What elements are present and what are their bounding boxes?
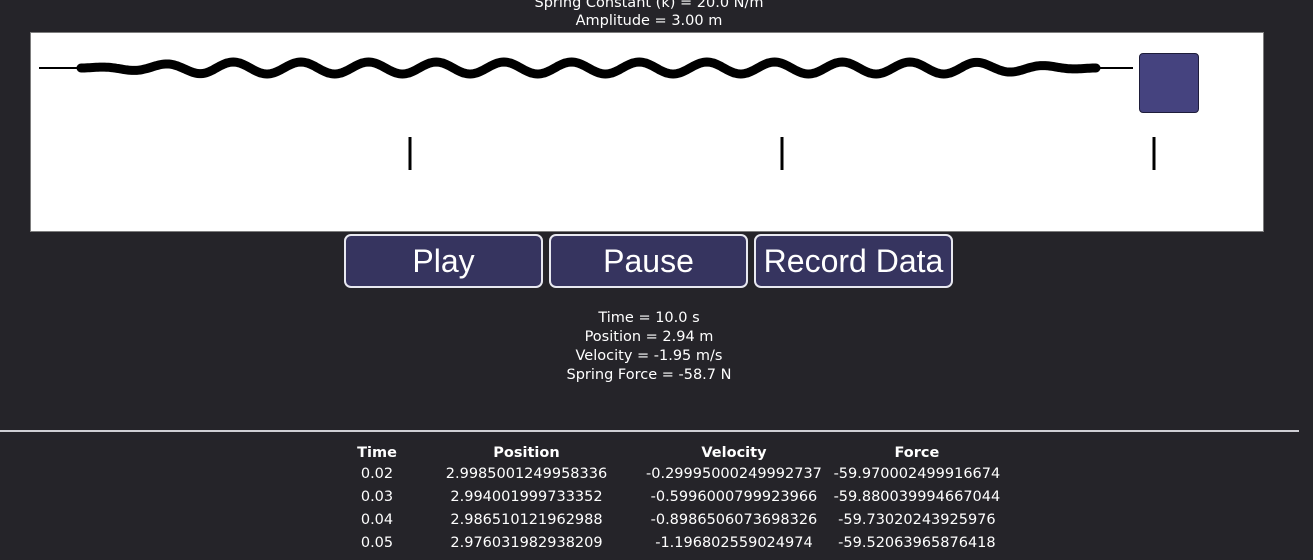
cell-velocity: -0.29995000249992737 xyxy=(646,465,822,482)
table-row: 0.05 2.976031982938209 -1.19680255902497… xyxy=(343,531,1008,554)
velocity-readout: Velocity = -1.95 m/s xyxy=(575,348,723,364)
position-readout: Position = 2.94 m xyxy=(584,329,714,345)
header-time: Time xyxy=(357,444,397,461)
cell-velocity: -0.5996000799923966 xyxy=(650,488,818,505)
cell-force: -59.52063965876418 xyxy=(838,534,996,551)
pause-button[interactable]: Pause xyxy=(549,234,748,288)
oscillating-mass-block[interactable] xyxy=(1139,53,1199,113)
time-readout: Time = 10.0 s xyxy=(598,310,700,326)
simulation-canvas xyxy=(30,32,1264,232)
cell-velocity: -1.196802559024974 xyxy=(655,534,813,551)
cell-position: 2.994001999733352 xyxy=(450,488,603,505)
cell-time: 0.03 xyxy=(360,488,394,505)
simulation-parameters: Spring Constant (k) = 20.0 N/m Amplitude… xyxy=(0,0,1298,30)
cell-force: -59.880039994667044 xyxy=(833,488,1001,505)
state-readout: Time = 10.0 s Position = 2.94 m Velocity… xyxy=(0,309,1298,385)
header-velocity: Velocity xyxy=(701,444,767,461)
record-data-button[interactable]: Record Data xyxy=(754,234,953,288)
spring-coil xyxy=(76,57,1101,79)
cell-position: 2.9985001249958336 xyxy=(445,465,608,482)
cell-time: 0.05 xyxy=(360,534,394,551)
force-readout: Spring Force = -58.7 N xyxy=(566,367,732,383)
cell-position: 2.976031982938209 xyxy=(450,534,603,551)
table-row: 0.04 2.986510121962988 -0.89865060736983… xyxy=(343,508,1008,531)
spring-constant-label: Spring Constant (k) = 20.0 N/m xyxy=(534,0,764,11)
header-force: Force xyxy=(894,444,940,461)
cell-position: 2.986510121962988 xyxy=(450,511,603,528)
cell-force: -59.73020243925976 xyxy=(838,511,996,528)
divider xyxy=(0,430,1299,432)
cell-time: 0.04 xyxy=(360,511,394,528)
table-header-row: Time Position Velocity Force xyxy=(343,443,1008,462)
amplitude-label: Amplitude = 3.00 m xyxy=(575,13,723,29)
cell-time: 0.02 xyxy=(360,465,394,482)
table-row: 0.02 2.9985001249958336 -0.2999500024999… xyxy=(343,462,1008,485)
play-button[interactable]: Play xyxy=(344,234,543,288)
cell-force: -59.970002499916674 xyxy=(833,465,1001,482)
recorded-data-table: Time Position Velocity Force 0.02 2.9985… xyxy=(343,443,1008,554)
header-position: Position xyxy=(493,444,560,461)
table-row: 0.03 2.994001999733352 -0.59960007999239… xyxy=(343,485,1008,508)
cell-velocity: -0.8986506073698326 xyxy=(650,511,818,528)
spring-and-markers xyxy=(39,57,1156,170)
